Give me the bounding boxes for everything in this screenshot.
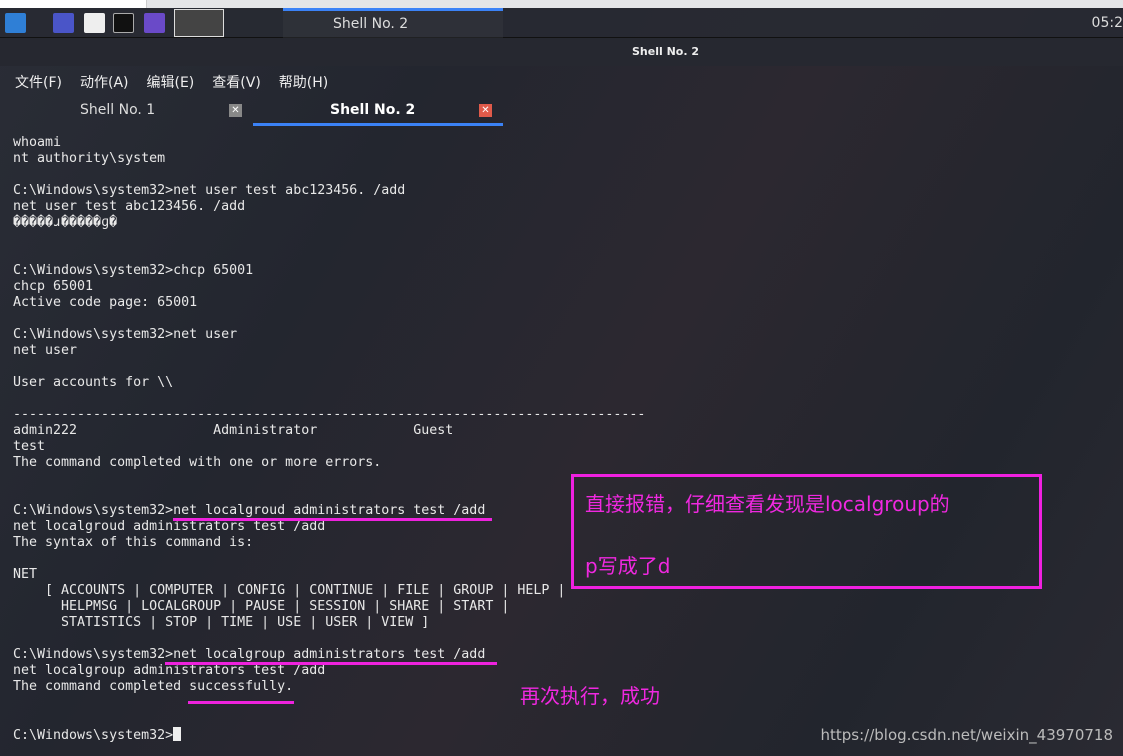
screen-recorder-icon[interactable] (144, 13, 165, 33)
terminal-line: net localgroud administrators test /add (13, 519, 326, 534)
tab-bar: Shell No. 1 ✕ Shell No. 2 ✕ (0, 97, 1123, 126)
annotation-text: 直接报错，仔细查看发现是localgroup的 (585, 492, 950, 516)
terminal-line: C:\Windows\system32>net localgroup admin… (13, 647, 486, 662)
terminal-line: The syntax of this command is: (13, 535, 254, 550)
window-titlebar: Shell No. 2 (0, 38, 1123, 66)
underline-mark (165, 662, 497, 665)
show-desktop-terminal-button[interactable] (174, 9, 224, 37)
watermark: https://blog.csdn.net/weixin_43970718 (820, 726, 1113, 744)
menu-edit[interactable]: 编辑(E) (147, 72, 195, 92)
taskbar: Shell No. 2 05:2 (0, 8, 1123, 38)
tab-shell-1[interactable]: Shell No. 1 ✕ (0, 97, 250, 126)
terminal-line: whoami (13, 135, 62, 150)
menu-file[interactable]: 文件(F) (15, 72, 62, 92)
tab-label: Shell No. 2 (330, 102, 416, 118)
terminal-output[interactable]: whoami nt authority\system C:\Windows\syst… (13, 135, 645, 744)
terminal-line: �����ɹ�����ɡ� (13, 215, 118, 230)
prompt-line: C:\Windows\system32> (13, 727, 645, 744)
terminal-line: HELPMSG | LOCALGROUP | PAUSE | SESSION |… (13, 599, 510, 614)
terminal-line: ----------------------------------------… (13, 407, 646, 422)
terminal-icon[interactable] (113, 13, 134, 33)
underline-mark (173, 518, 492, 521)
terminal-line: test (13, 439, 46, 454)
kali-menu-icon[interactable] (5, 13, 26, 33)
terminal-line: [ ACCOUNTS | COMPUTER | CONFIG | CONTINU… (13, 583, 566, 598)
terminal-line: chcp 65001 (13, 279, 94, 294)
task-label: Shell No. 2 (333, 16, 409, 32)
terminal-line: admin222 Administrator Guest (13, 423, 454, 438)
terminal-line: net user (13, 343, 78, 358)
cursor (173, 727, 182, 741)
terminal-line: NET (13, 567, 38, 582)
file-manager-icon[interactable] (84, 13, 105, 33)
success-annotation: 再次执行，成功 (520, 684, 660, 708)
annotation-text: p写成了d (585, 554, 671, 578)
tab-label: Shell No. 1 (80, 102, 156, 118)
tab-shell-2[interactable]: Shell No. 2 ✕ (253, 97, 503, 126)
terminal-line: STATISTICS | STOP | TIME | USE | USER | … (13, 615, 430, 630)
menu-bar: 文件(F) 动作(A) 编辑(E) 查看(V) 帮助(H) (15, 72, 328, 92)
prompt: C:\Windows\system32> (13, 728, 174, 743)
top-strip (0, 0, 1123, 8)
terminal-line: C:\Windows\system32>chcp 65001 (13, 263, 254, 278)
workspace-icon[interactable] (53, 13, 74, 33)
terminal-line: net user test abc123456. /add (13, 199, 246, 214)
terminal-line: net localgroup administrators test /add (13, 663, 326, 678)
close-icon[interactable]: ✕ (229, 104, 242, 117)
clock: 05:2 (1091, 15, 1123, 31)
terminal-line: nt authority\system (13, 151, 166, 166)
menu-help[interactable]: 帮助(H) (279, 72, 328, 92)
close-icon[interactable]: ✕ (479, 104, 492, 117)
terminal-line: The command completed with one or more e… (13, 455, 382, 470)
terminal-line: C:\Windows\system32>net user test abc123… (13, 183, 406, 198)
window-title: Shell No. 2 (632, 45, 700, 58)
underline-mark (188, 701, 294, 704)
terminal-line: C:\Windows\system32>net localgroud admin… (13, 503, 486, 518)
menu-action[interactable]: 动作(A) (80, 72, 129, 92)
terminal-line: User accounts for \\ (13, 375, 174, 390)
taskbar-task-shell[interactable]: Shell No. 2 (283, 8, 503, 38)
menu-view[interactable]: 查看(V) (212, 72, 261, 92)
terminal-line: Active code page: 65001 (13, 295, 198, 310)
terminal-line: C:\Windows\system32>net user (13, 327, 238, 342)
